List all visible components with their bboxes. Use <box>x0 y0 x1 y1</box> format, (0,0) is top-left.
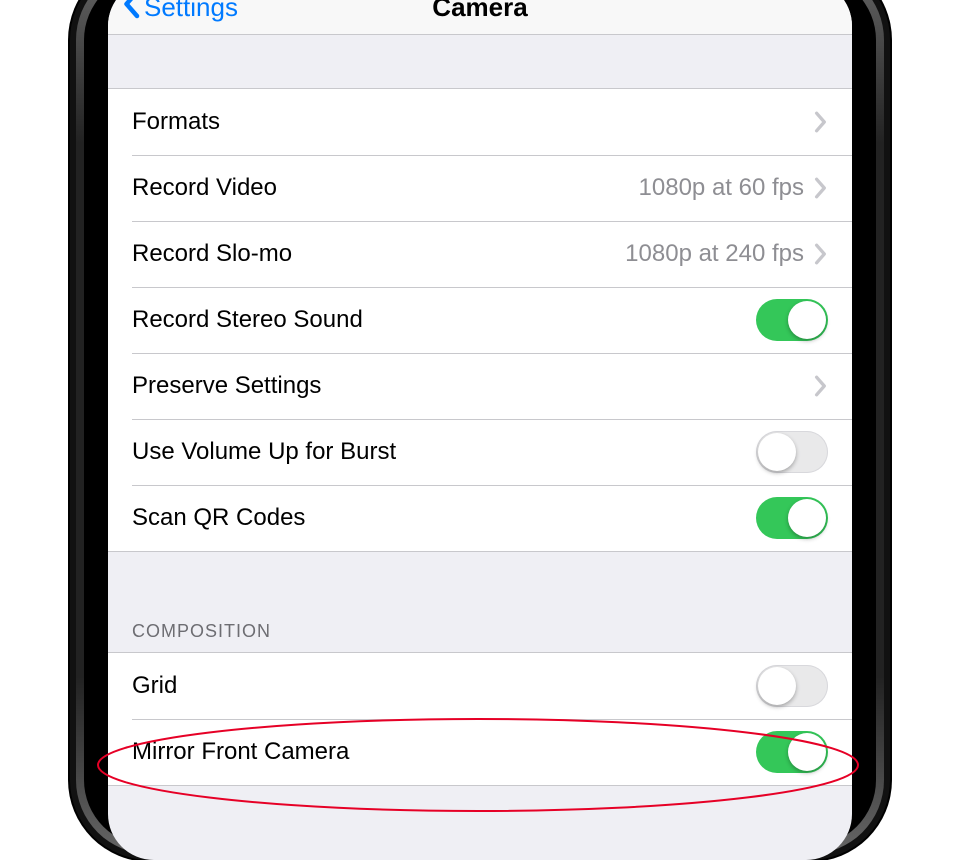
toggle-grid[interactable] <box>756 665 828 707</box>
row-scan-qr-codes: Scan QR Codes <box>108 485 852 551</box>
section-header-label: COMPOSITION <box>132 621 271 642</box>
section-header-composition: COMPOSITION <box>108 552 852 653</box>
row-formats[interactable]: Formats <box>108 89 852 155</box>
chevron-right-icon <box>814 111 828 133</box>
toggle-knob <box>788 301 826 339</box>
row-label: Preserve Settings <box>132 372 814 400</box>
chevron-right-icon <box>814 243 828 265</box>
row-label: Grid <box>132 672 756 700</box>
section-gap <box>108 35 852 89</box>
row-mirror-front-camera: Mirror Front Camera <box>108 719 852 785</box>
chevron-right-icon <box>814 177 828 199</box>
toggle-scan-qr-codes[interactable] <box>756 497 828 539</box>
settings-section-1: Formats Record Video 1080p at 60 fps Rec… <box>108 89 852 551</box>
toggle-use-volume-up-for-burst[interactable] <box>756 431 828 473</box>
section-divider <box>108 785 852 786</box>
row-label: Mirror Front Camera <box>132 738 756 766</box>
back-label: Settings <box>144 0 238 23</box>
toggle-knob <box>788 733 826 771</box>
row-grid: Grid <box>108 653 852 719</box>
toggle-knob <box>758 667 796 705</box>
row-use-volume-up-for-burst: Use Volume Up for Burst <box>108 419 852 485</box>
row-preserve-settings[interactable]: Preserve Settings <box>108 353 852 419</box>
page-title: Camera <box>432 0 527 23</box>
toggle-knob <box>758 433 796 471</box>
back-button[interactable]: Settings <box>122 0 238 34</box>
chevron-right-icon <box>814 375 828 397</box>
screen: Settings Camera Formats Record Video 108… <box>108 0 852 860</box>
phone-silent-switch <box>58 50 68 122</box>
toggle-record-stereo-sound[interactable] <box>756 299 828 341</box>
row-value: 1080p at 60 fps <box>639 174 804 202</box>
row-label: Record Video <box>132 174 639 202</box>
row-label: Use Volume Up for Burst <box>132 438 756 466</box>
row-label: Record Stereo Sound <box>132 306 756 334</box>
settings-section-2: Grid Mirror Front Camera <box>108 653 852 785</box>
phone-power-button <box>892 150 906 350</box>
row-label: Scan QR Codes <box>132 504 756 532</box>
phone-volume-up <box>58 176 70 286</box>
phone-volume-down <box>58 310 70 420</box>
row-record-video[interactable]: Record Video 1080p at 60 fps <box>108 155 852 221</box>
row-label: Record Slo-mo <box>132 240 625 268</box>
row-record-stereo-sound: Record Stereo Sound <box>108 287 852 353</box>
toggle-mirror-front-camera[interactable] <box>756 731 828 773</box>
chevron-left-icon <box>122 0 140 26</box>
row-label: Formats <box>132 108 814 136</box>
toggle-knob <box>788 499 826 537</box>
row-value: 1080p at 240 fps <box>625 240 804 268</box>
nav-bar: Settings Camera <box>108 0 852 35</box>
row-record-slomo[interactable]: Record Slo-mo 1080p at 240 fps <box>108 221 852 287</box>
